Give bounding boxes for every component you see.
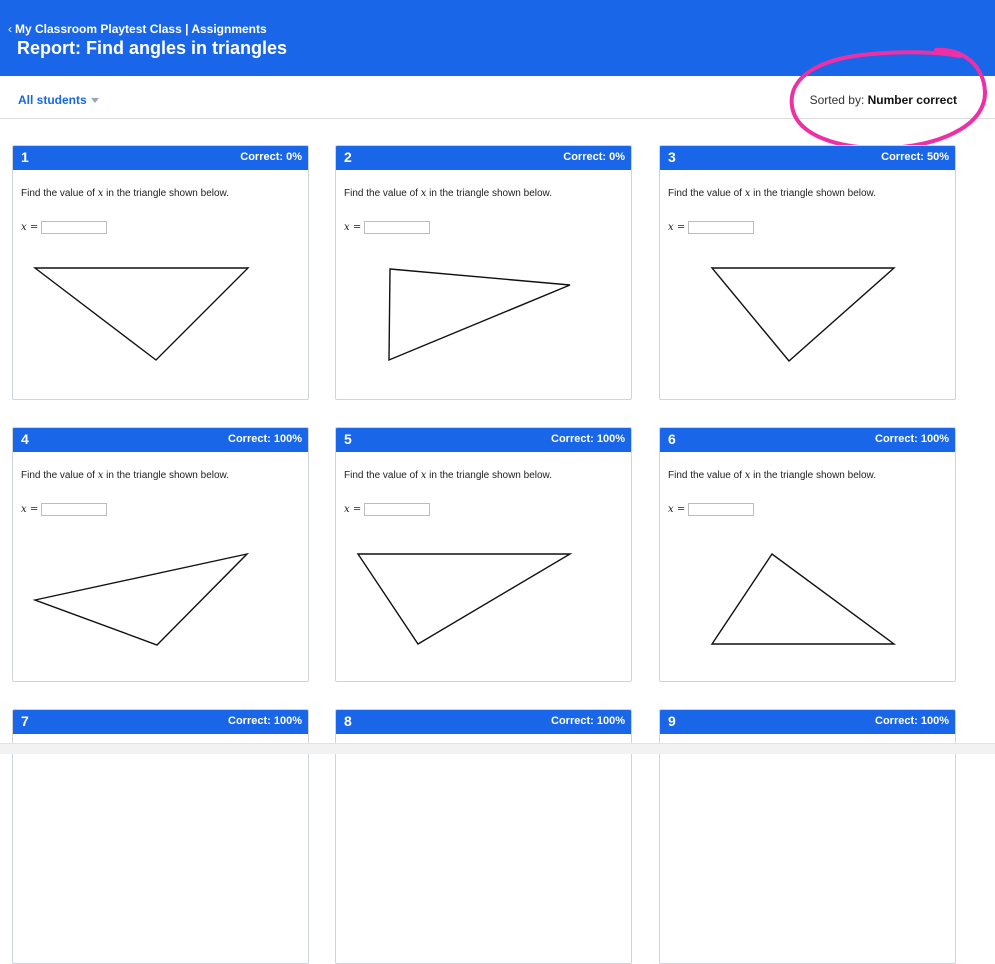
question-card[interactable]: 1 Correct: 0% Find the value of x in the t… xyxy=(12,145,309,400)
students-filter-label: All students xyxy=(18,93,87,107)
triangle-figure xyxy=(32,267,250,361)
breadcrumb-label: My Classroom Playtest Class | Assignment… xyxy=(15,22,267,36)
question-card-header: 8 Correct: 100% xyxy=(336,710,631,734)
question-card[interactable]: 4 Correct: 100% Find the value of x in the… xyxy=(12,427,309,682)
students-filter-dropdown[interactable]: All students xyxy=(18,93,99,107)
correct-percentage: Correct: 100% xyxy=(875,715,949,727)
triangle-shape xyxy=(710,267,896,363)
triangle-shape xyxy=(32,552,250,646)
question-card-header: 7 Correct: 100% xyxy=(13,710,308,734)
triangle-figure xyxy=(388,268,571,362)
question-card[interactable]: 2 Correct: 0% Find the value of x in the t… xyxy=(335,145,632,400)
triangle-shape xyxy=(356,553,573,645)
breadcrumb[interactable]: ‹ My Classroom Playtest Class | Assignme… xyxy=(8,22,267,36)
triangle-figure xyxy=(356,553,573,645)
triangle-shape xyxy=(710,553,897,645)
correct-percentage: Correct: 100% xyxy=(551,715,625,727)
triangle-figure xyxy=(710,553,897,645)
question-number: 9 xyxy=(668,713,676,729)
sort-value: Number correct xyxy=(867,93,957,107)
sort-control[interactable]: Sorted by: Number correct xyxy=(810,93,957,107)
correct-percentage: Correct: 100% xyxy=(228,715,302,727)
triangle-figure xyxy=(32,552,250,646)
triangle-shape xyxy=(32,267,250,361)
question-card[interactable]: 6 Correct: 100% Find the value of x in the… xyxy=(659,427,956,682)
scroll-footer xyxy=(0,743,995,754)
page-title: Report: Find angles in triangles xyxy=(17,38,288,58)
question-card-header: 9 Correct: 100% xyxy=(660,710,955,734)
triangle-shape xyxy=(388,268,571,362)
filter-bar: All students Sorted by: Number correct xyxy=(0,76,995,119)
question-card[interactable]: 3 Correct: 50% Find the value of x in the … xyxy=(659,145,956,400)
sort-prefix: Sorted by: xyxy=(809,93,865,107)
question-number: 8 xyxy=(344,713,352,729)
question-card[interactable]: 5 Correct: 100% Find the value of x in the… xyxy=(335,427,632,682)
caret-down-icon xyxy=(90,98,99,103)
triangle-figure xyxy=(710,267,896,363)
chevron-left-icon: ‹ xyxy=(8,22,12,36)
header-bar: ‹ My Classroom Playtest Class | Assignme… xyxy=(0,0,995,76)
question-number: 7 xyxy=(21,713,29,729)
